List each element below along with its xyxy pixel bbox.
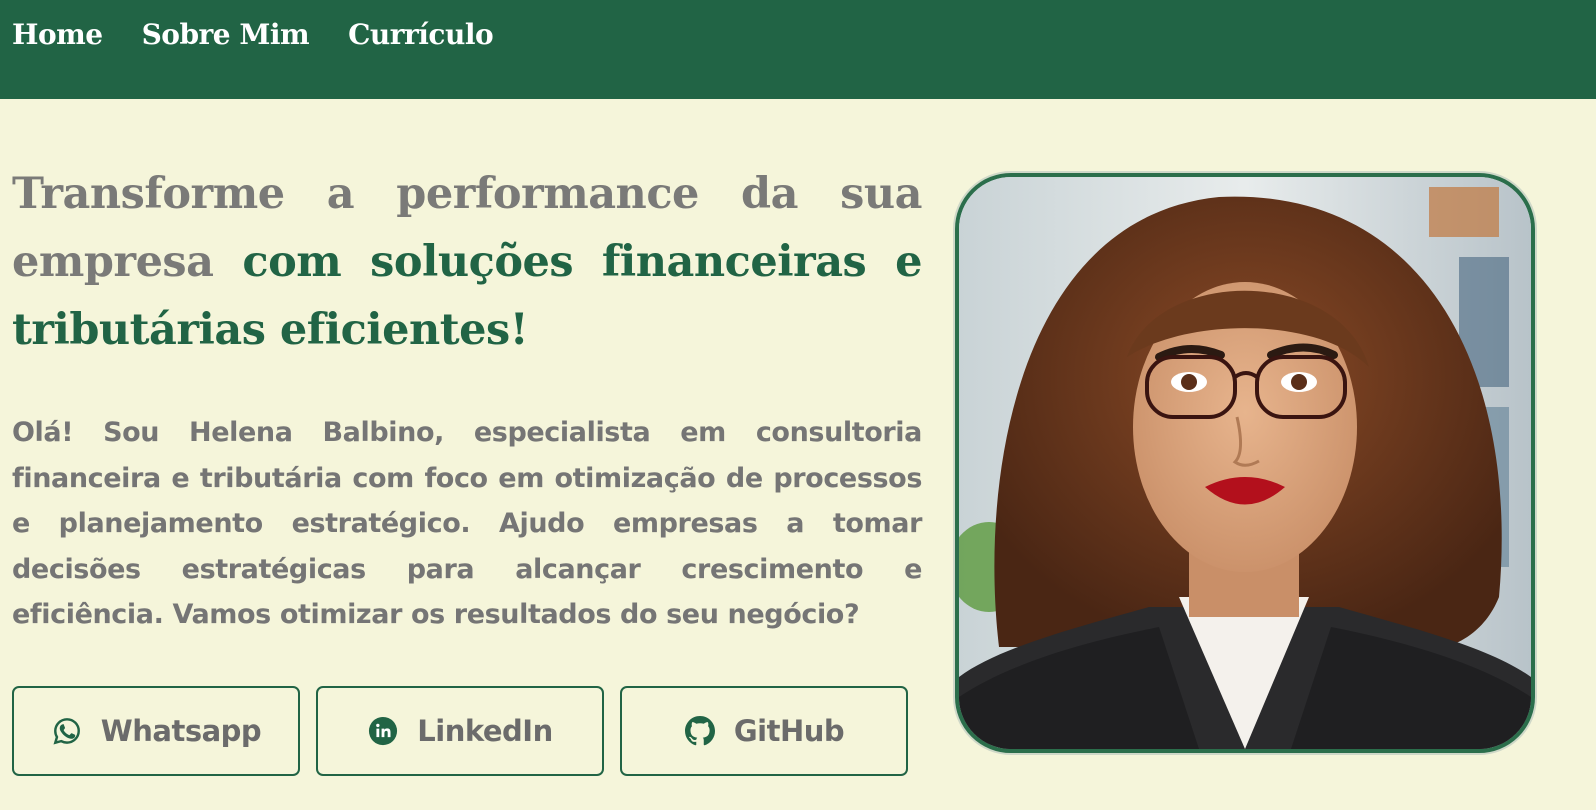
main-nav: Home Sobre Mim Currículo [12, 18, 494, 51]
nav-link-home[interactable]: Home [12, 18, 103, 51]
linkedin-label: LinkedIn [417, 714, 553, 748]
profile-photo [955, 173, 1535, 753]
hero-headline: Transforme a performance da sua empresa … [12, 160, 923, 364]
whatsapp-icon [51, 715, 83, 747]
whatsapp-button[interactable]: Whatsapp [12, 686, 300, 776]
social-buttons: Whatsapp LinkedIn GitHub [12, 686, 908, 776]
github-label: GitHub [733, 714, 845, 748]
hero-intro-text: Olá! Sou Helena Balbino, especialista em… [12, 417, 922, 630]
nav-link-sobre-mim[interactable]: Sobre Mim [142, 18, 310, 51]
linkedin-button[interactable]: LinkedIn [316, 686, 604, 776]
top-navbar: Home Sobre Mim Currículo [0, 0, 1596, 99]
portrait-illustration [959, 177, 1531, 749]
whatsapp-label: Whatsapp [100, 714, 262, 748]
github-icon [684, 715, 716, 747]
nav-link-curriculo[interactable]: Currículo [348, 18, 494, 51]
github-button[interactable]: GitHub [620, 686, 908, 776]
linkedin-icon [367, 715, 399, 747]
